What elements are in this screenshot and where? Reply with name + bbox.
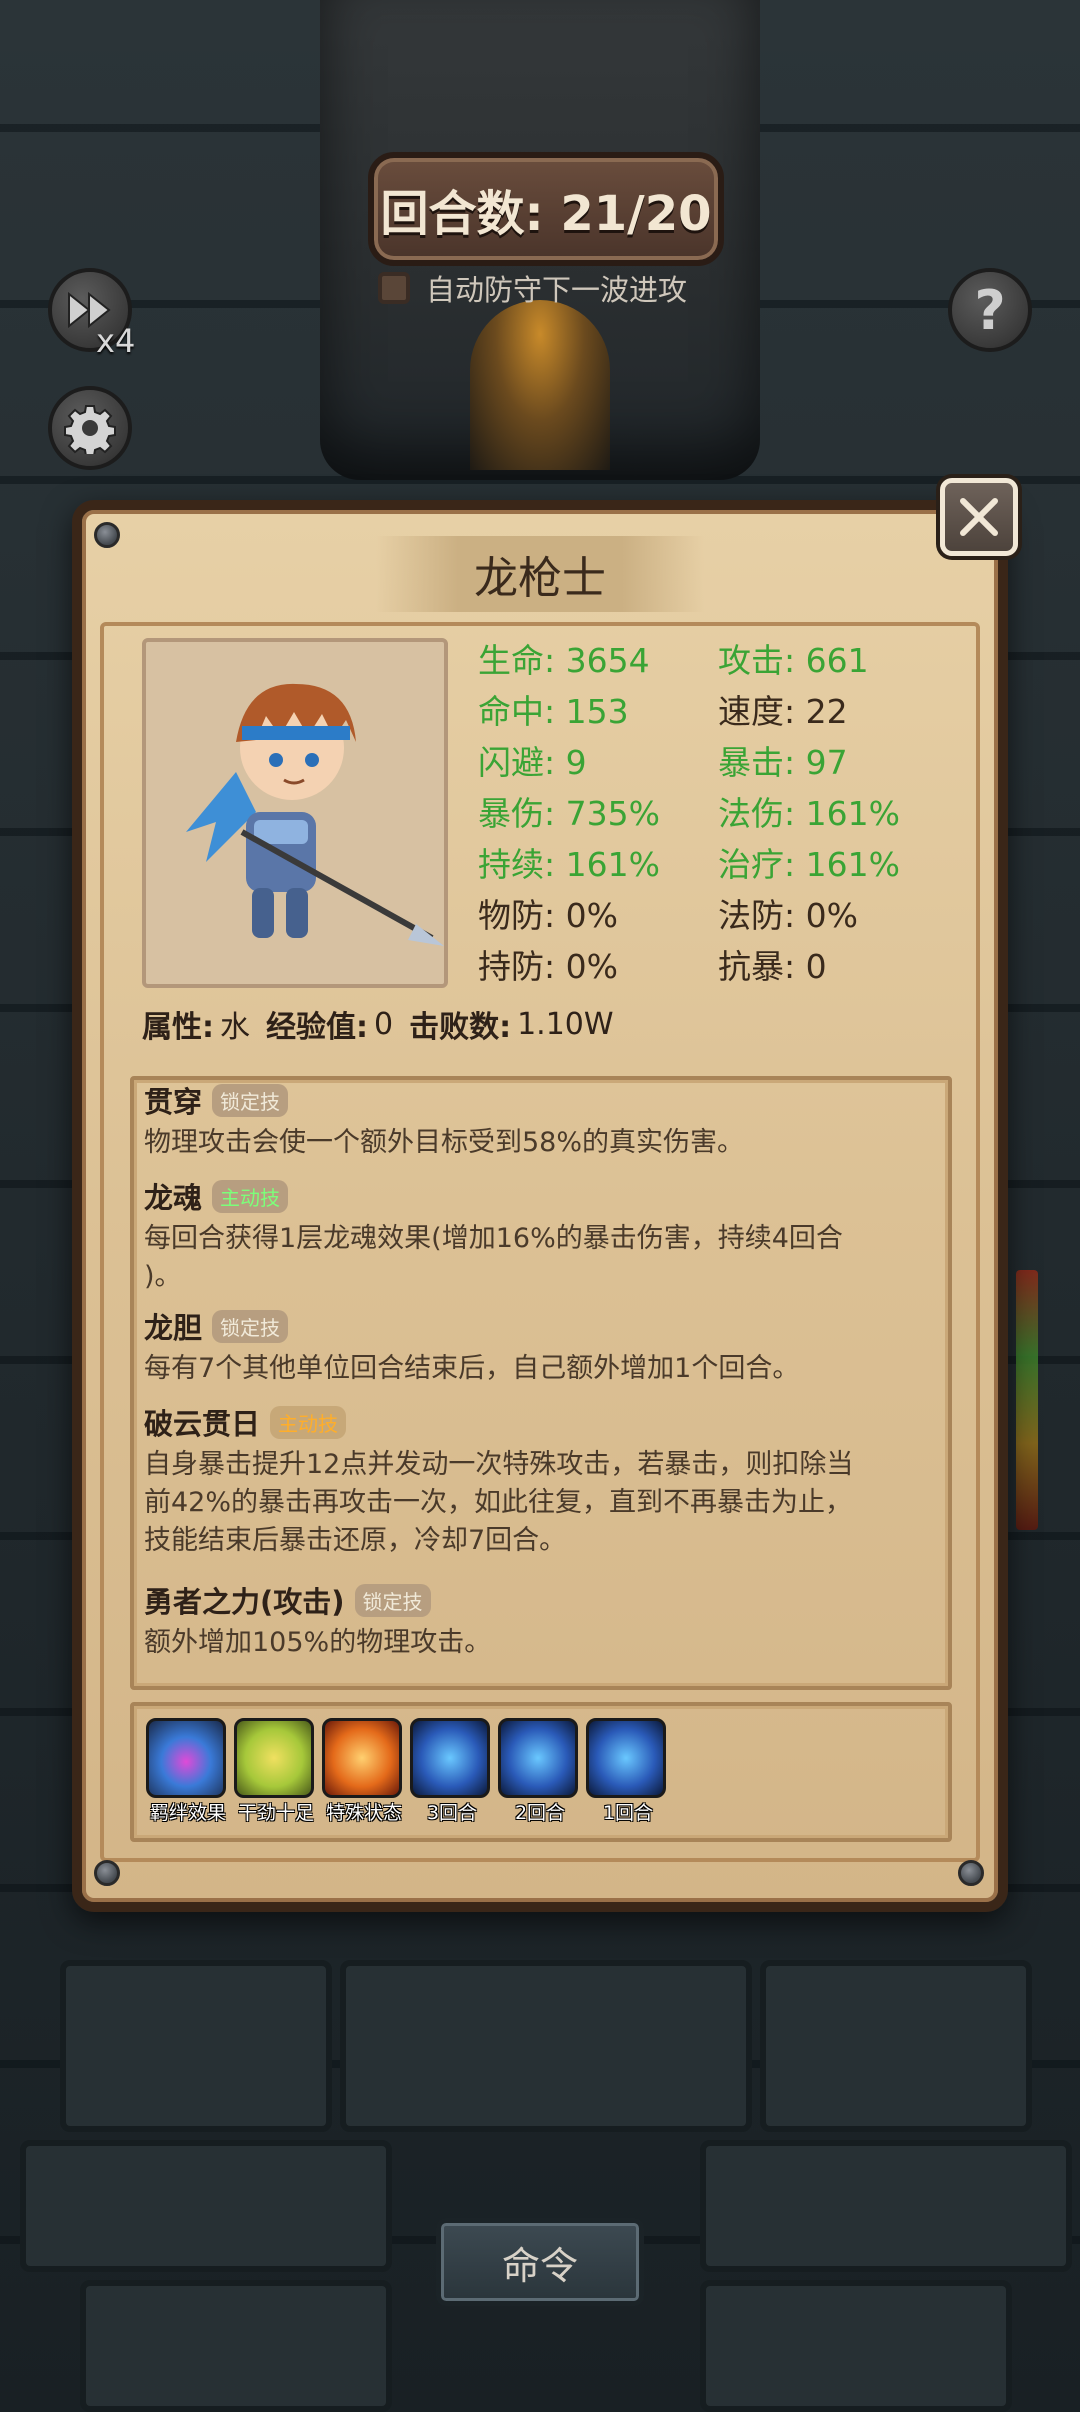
stat-item: 速度: 22 [718,691,848,731]
stat-item: 持续: 161% [478,844,660,884]
question-mark-icon: ? [974,278,1006,342]
demon-icon [498,1718,578,1798]
buff-item[interactable]: 2回合 [498,1718,582,1826]
bond-icon [146,1718,226,1798]
skill-entry: 龙魂 主动技每回合获得1层龙魂效果(增加16%的暴击伤害，持续4回合 )。 [144,1176,934,1296]
auto-defend-label: 自动防守下一波进攻 [426,273,688,307]
skill-description: 每有7个其他单位回合结束后，自己额外增加1个回合。 [144,1350,934,1388]
rivet [94,1860,120,1886]
stat-item: 攻击: 661 [718,640,869,680]
floor-tile [760,1960,1032,2132]
stat-item: 持防: 0% [478,946,618,986]
gear-icon [64,405,116,454]
kills-value: 1.10W [517,1006,614,1042]
floor-tile [80,2280,392,2412]
stat-item: 闪避: 9 [478,742,587,782]
stat-item: 生命: 3654 [478,640,650,680]
hero-stats-grid: 生命: 3654 攻击: 661 命中: 153 速度: 22 闪避: 9 暴击: 97 暴… [478,632,998,989]
skill-type-tag: 主动技 [212,1179,289,1213]
speed-multiplier: x4 [96,322,136,360]
skill-type-tag: 主动技 [270,1405,347,1439]
dungeon-door [470,300,610,470]
hero-portrait [142,638,448,988]
stat-item: 暴击: 97 [718,742,848,782]
stat-item: 命中: 153 [478,691,629,731]
skill-header: 贯穿 锁定技 [144,1080,934,1120]
skill-header: 龙魂 主动技 [144,1176,934,1216]
kills-label: 击败数: [409,1010,512,1045]
dragon-lancer-image [186,683,444,946]
rivet [958,1860,984,1886]
floor-tile [340,1960,752,2132]
floor-tile [20,2140,392,2272]
auto-defend-checkbox[interactable] [378,272,410,304]
experience-label: 经验值: [266,1010,368,1045]
hero-name: 龙枪士 [376,536,704,612]
side-character-strip [1016,1270,1038,1530]
settings-button[interactable] [48,386,132,470]
special-state-icon [322,1718,402,1798]
skill-name: 龙胆 [144,1311,203,1345]
skill-name: 贯穿 [144,1085,203,1119]
buff-item[interactable]: 3回合 [410,1718,494,1826]
hero-info-line: 属性: 水 经验值: 0 击败数: 1.10W [142,1004,614,1046]
close-button[interactable] [940,478,1018,556]
crossed-swords-icon [960,498,998,536]
stat-item: 抗暴: 0 [718,946,827,986]
stat-item: 法防: 0% [718,895,858,935]
skill-description-line: 技能结束后暴击还原，冷却7回合。 [144,1525,567,1556]
skill-name: 龙魂 [144,1181,203,1215]
stat-item: 物防: 0% [478,895,618,935]
skill-description-line: 额外增加105%的物理攻击。 [144,1627,492,1658]
skill-type-tag: 锁定技 [354,1583,431,1617]
skill-header: 勇者之力(攻击) 锁定技 [144,1580,934,1620]
skill-description-line: 物理攻击会使一个额外目标受到58%的真实伤害。 [144,1127,745,1158]
buff-item[interactable]: 1回合 [586,1718,670,1826]
attribute-label: 属性: [142,1010,214,1045]
skill-description-line: )。 [144,1261,182,1292]
skill-type-tag: 锁定技 [212,1083,289,1117]
skill-description-line: 每有7个其他单位回合结束后，自己额外增加1个回合。 [144,1353,800,1384]
floor-tile [700,2280,1012,2412]
skill-description: 物理攻击会使一个额外目标受到58%的真实伤害。 [144,1124,934,1162]
skill-name: 勇者之力(攻击) [144,1585,345,1619]
help-button[interactable]: ? [948,268,1032,352]
round-counter: 回合数: 21/20 [368,152,724,266]
skill-entry: 龙胆 锁定技每有7个其他单位回合结束后，自己额外增加1个回合。 [144,1306,934,1388]
demon-icon [410,1718,490,1798]
stat-item: 暴伤: 735% [478,793,660,833]
floor-tile [60,1960,332,2132]
stat-item: 治疗: 161% [718,844,900,884]
stat-item: 法伤: 161% [718,793,900,833]
skill-description: 额外增加105%的物理攻击。 [144,1624,934,1662]
buff-item[interactable]: 干劲十足 [234,1718,318,1826]
floor-tile [700,2140,1072,2272]
skill-header: 龙胆 锁定技 [144,1306,934,1346]
skill-type-tag: 锁定技 [212,1309,289,1343]
skill-entry: 勇者之力(攻击) 锁定技额外增加105%的物理攻击。 [144,1580,934,1662]
auto-defend-toggle[interactable]: 自动防守下一波进攻 [378,268,687,308]
attribute-value: 水 [220,1010,250,1045]
command-button[interactable]: 命令 [436,2218,644,2306]
skill-name: 破云贯日 [144,1407,261,1441]
buff-item[interactable]: 特殊状态 [322,1718,406,1826]
experience-value: 0 [374,1006,394,1042]
skill-header: 破云贯日 主动技 [144,1402,934,1442]
skill-description-line: 每回合获得1层龙魂效果(增加16%的暴击伤害，持续4回合 [144,1223,843,1254]
skill-description: 自身暴击提升12点并发动一次特殊攻击，若暴击，则扣除当 前42%的暴击再攻击一次，… [144,1446,934,1560]
skill-description: 每回合获得1层龙魂效果(增加16%的暴击伤害，持续4回合 )。 [144,1220,934,1296]
rivet [94,522,120,548]
skill-entry: 破云贯日 主动技 自身暴击提升12点并发动一次特殊攻击，若暴击，则扣除当 前42%的暴… [144,1402,934,1560]
demon-icon [586,1718,666,1798]
skill-description-line: 前42%的暴击再攻击一次，如此往复，直到不再暴击为止， [144,1487,853,1518]
skill-description-line: 自身暴击提升12点并发动一次特殊攻击，若暴击，则扣除当 [144,1449,854,1480]
energetic-icon [234,1718,314,1798]
buff-item[interactable]: 羁绊效果 [146,1718,230,1826]
skill-entry: 贯穿 锁定技物理攻击会使一个额外目标受到58%的真实伤害。 [144,1080,934,1162]
buff-label: 1回合 [602,1802,654,1824]
